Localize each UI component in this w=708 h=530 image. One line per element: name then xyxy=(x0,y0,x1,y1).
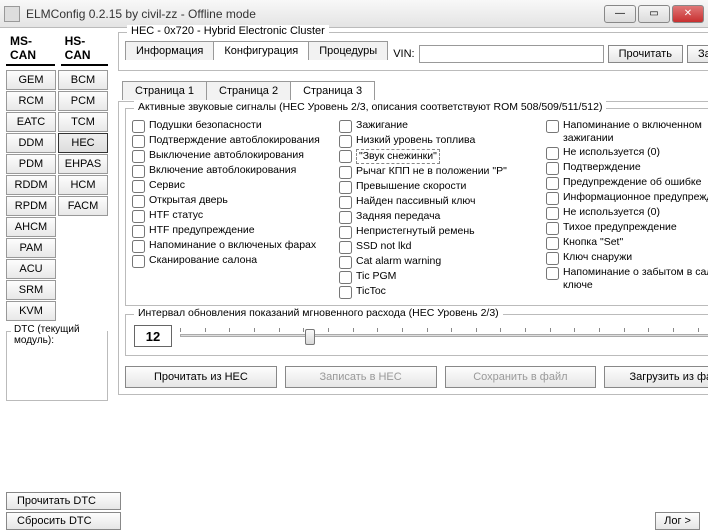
module-button-ehpas[interactable]: EHPAS xyxy=(58,154,108,174)
tab-procedures[interactable]: Процедуры xyxy=(308,41,388,60)
save-file-button[interactable]: Сохранить в файл xyxy=(445,366,597,388)
vin-input[interactable] xyxy=(419,45,604,63)
signal-checkbox[interactable]: Низкий уровень топлива xyxy=(339,134,542,148)
signal-checkbox[interactable]: Напоминание о включеных фарах xyxy=(132,239,335,253)
signal-checkbox[interactable]: Превышение скорости xyxy=(339,180,542,194)
module-button-hec[interactable]: HEC xyxy=(58,133,108,153)
signal-checkbox[interactable]: Включение автоблокирования xyxy=(132,164,335,178)
interval-slider[interactable] xyxy=(180,326,708,346)
module-button-rddm[interactable]: RDDM xyxy=(6,175,56,195)
load-file-button[interactable]: Загрузить из файла xyxy=(604,366,708,388)
module-button-rcm[interactable]: RCM xyxy=(6,91,56,111)
vin-label: VIN: xyxy=(393,48,414,60)
write-button[interactable]: Записать xyxy=(687,45,708,63)
module-button-gem[interactable]: GEM xyxy=(6,70,56,90)
signal-checkbox[interactable]: Рычаг КПП не в положении "P" xyxy=(339,165,542,179)
module-button-pcm[interactable]: PCM xyxy=(58,91,108,111)
signal-checkbox[interactable]: Кнопка "Set" xyxy=(546,236,708,250)
module-button-kvm[interactable]: KVM xyxy=(6,301,56,321)
module-button-acu[interactable]: ACU xyxy=(6,259,56,279)
signal-checkbox[interactable]: Открытая дверь xyxy=(132,194,335,208)
module-button-srm[interactable]: SRM xyxy=(6,280,56,300)
read-button[interactable]: Прочитать xyxy=(608,45,683,63)
module-button-bcm[interactable]: BCM xyxy=(58,70,108,90)
signal-checkbox[interactable]: Предупреждение об ошибке xyxy=(546,176,708,190)
signal-checkbox[interactable]: Напоминание о включенном зажигании xyxy=(546,119,708,145)
signal-checkbox[interactable]: Непристегнутый ремень xyxy=(339,225,542,239)
window-titlebar: ELMConfig 0.2.15 by civil-zz - Offline m… xyxy=(0,0,708,28)
interval-group: Интервал обновления показаний мгновенног… xyxy=(125,314,708,356)
tab-config[interactable]: Конфигурация xyxy=(213,41,309,60)
log-button[interactable]: Лог > xyxy=(655,512,700,530)
signal-checkbox[interactable]: Подтверждение автоблокирования xyxy=(132,134,335,148)
signal-checkbox[interactable]: Выключение автоблокирования xyxy=(132,149,335,163)
close-button[interactable]: ✕ xyxy=(672,5,704,23)
signals-group: Активные звуковые сигналы (HEC Уровень 2… xyxy=(125,108,708,306)
dtc-label: DTC (текущий модуль): xyxy=(11,324,107,346)
window-title: ELMConfig 0.2.15 by civil-zz - Offline m… xyxy=(26,7,604,21)
signal-checkbox[interactable]: Тихое предупреждение xyxy=(546,221,708,235)
interval-title: Интервал обновления показаний мгновенног… xyxy=(134,307,503,319)
module-button-pam[interactable]: PAM xyxy=(6,238,56,258)
module-header-group: HEC - 0x720 - Hybrid Electronic Cluster … xyxy=(118,32,708,71)
module-title: HEC - 0x720 - Hybrid Electronic Cluster xyxy=(127,25,329,37)
tab-info[interactable]: Информация xyxy=(125,41,214,60)
signal-checkbox[interactable]: Ключ снаружи xyxy=(546,251,708,265)
page-tab-2[interactable]: Страница 2 xyxy=(206,81,291,100)
write-hec-button[interactable]: Записать в HEC xyxy=(285,366,437,388)
minimize-button[interactable]: — xyxy=(604,5,636,23)
module-button-facm[interactable]: FACM xyxy=(58,196,108,216)
module-button-ddm[interactable]: DDM xyxy=(6,133,56,153)
signal-checkbox[interactable]: Не используется (0) xyxy=(546,146,708,160)
signal-checkbox[interactable]: Подтверждение xyxy=(546,161,708,175)
module-button-eatc[interactable]: EATC xyxy=(6,112,56,132)
signal-checkbox[interactable]: Cat alarm warning xyxy=(339,255,542,269)
signal-checkbox[interactable]: Сервис xyxy=(132,179,335,193)
signal-checkbox[interactable]: Задняя передача xyxy=(339,210,542,224)
app-icon xyxy=(4,6,20,22)
signal-checkbox[interactable]: Найден пассивный ключ xyxy=(339,195,542,209)
bus-tab-mscan[interactable]: MS-CAN xyxy=(6,32,55,66)
module-button-pdm[interactable]: PDM xyxy=(6,154,56,174)
interval-value: 12 xyxy=(134,325,172,347)
signals-title: Активные звуковые сигналы (HEC Уровень 2… xyxy=(134,101,606,113)
signal-checkbox[interactable]: TicToc xyxy=(339,285,542,299)
signal-checkbox[interactable]: "Звук снежинки" xyxy=(339,149,542,164)
page-tab-3[interactable]: Страница 3 xyxy=(290,81,375,100)
bus-tab-hscan[interactable]: HS-CAN xyxy=(61,32,108,66)
module-button-rpdm[interactable]: RPDM xyxy=(6,196,56,216)
signal-checkbox[interactable]: Напоминание о забытом в салоне ключе xyxy=(546,266,708,292)
signal-checkbox[interactable]: Информационное предупреждение xyxy=(546,191,708,205)
signal-checkbox[interactable]: SSD not lkd xyxy=(339,240,542,254)
signal-checkbox[interactable]: HTF статус xyxy=(132,209,335,223)
signal-checkbox[interactable]: Зажигание xyxy=(339,119,542,133)
module-button-tcm[interactable]: TCM xyxy=(58,112,108,132)
signal-checkbox[interactable]: Не используется (0) xyxy=(546,206,708,220)
module-button-hcm[interactable]: HCM xyxy=(58,175,108,195)
reset-dtc-button[interactable]: Сбросить DTC xyxy=(6,512,121,530)
read-hec-button[interactable]: Прочитать из HEC xyxy=(125,366,277,388)
signal-checkbox[interactable]: Tic PGM xyxy=(339,270,542,284)
read-dtc-button[interactable]: Прочитать DTC xyxy=(6,492,121,510)
signal-checkbox[interactable]: Сканирование салона xyxy=(132,254,335,268)
module-button-ahcm[interactable]: AHCM xyxy=(6,217,56,237)
signal-checkbox[interactable]: HTF предупреждение xyxy=(132,224,335,238)
signal-checkbox[interactable]: Подушки безопасности xyxy=(132,119,335,133)
maximize-button[interactable]: ▭ xyxy=(638,5,670,23)
dtc-group: DTC (текущий модуль): xyxy=(6,331,108,401)
page-tab-1[interactable]: Страница 1 xyxy=(122,81,207,100)
